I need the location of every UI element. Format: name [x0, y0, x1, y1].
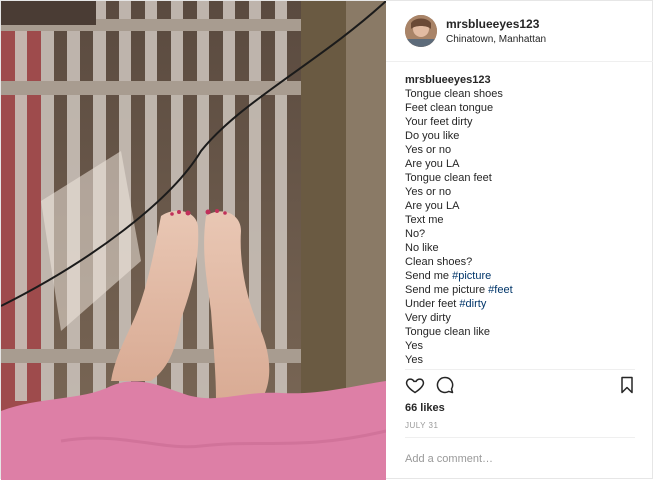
post-side-panel: mrsblueeyes123 Chinatown, Manhattan mrsb…	[386, 1, 653, 480]
caption-line: Are you LA	[405, 157, 640, 171]
caption-line: Yes	[405, 353, 640, 367]
caption-line: Tongue clean shoes	[405, 87, 640, 101]
caption-line: Very dirty	[405, 311, 640, 325]
caption-line: No?	[405, 227, 640, 241]
caption-line: Are you LA	[405, 199, 640, 213]
divider	[405, 437, 635, 438]
caption-text: Yes	[405, 354, 423, 366]
caption-line: Clean shoes?	[405, 255, 640, 269]
caption-text: Clean shoes?	[405, 256, 473, 268]
hashtag-link[interactable]: #dirty	[459, 298, 486, 310]
caption-line: Text me	[405, 213, 640, 227]
caption-text: Tongue clean shoes	[405, 88, 503, 100]
caption-text: Tongue clean feet	[405, 172, 492, 184]
caption-text: Do you like	[405, 130, 460, 142]
caption-line: Send me picture #feet	[405, 283, 640, 297]
post-header: mrsblueeyes123 Chinatown, Manhattan	[386, 1, 653, 62]
caption: mrsblueeyes123 Tongue clean shoes Feet cl…	[405, 73, 640, 367]
hashtag-link[interactable]: #picture	[452, 270, 491, 282]
heart-outline-icon[interactable]	[405, 375, 425, 395]
comment-input[interactable]	[403, 449, 637, 469]
divider	[405, 369, 635, 370]
caption-line: Your feet dirty	[405, 115, 640, 129]
caption-line: Send me #picture	[405, 269, 640, 283]
caption-text: Tongue clean like	[405, 326, 491, 338]
post-photo[interactable]	[1, 1, 386, 480]
instagram-post: mrsblueeyes123 Chinatown, Manhattan mrsb…	[0, 0, 653, 480]
caption-text: Send me picture	[405, 284, 489, 296]
caption-text: No?	[405, 228, 426, 240]
caption-text: Very dirty	[405, 312, 451, 324]
username-link[interactable]: mrsblueeyes123	[446, 17, 539, 31]
caption-text: Under feet	[405, 298, 460, 310]
caption-line: Feet clean tongue	[405, 101, 640, 115]
avatar[interactable]	[405, 15, 437, 47]
hashtag-link[interactable]: #feet	[488, 284, 512, 296]
bookmark-icon[interactable]	[617, 375, 637, 395]
caption-text: Send me	[405, 270, 453, 282]
caption-line: Yes or no	[405, 143, 640, 157]
caption-username[interactable]: mrsblueeyes123	[405, 73, 640, 87]
caption-line: Tongue clean feet	[405, 171, 640, 185]
caption-text: Are you LA	[405, 158, 460, 170]
caption-text: Are you LA	[405, 200, 460, 212]
post-date: JULY 31	[405, 421, 439, 430]
action-bar	[405, 375, 635, 395]
caption-text: Yes	[405, 340, 423, 352]
caption-line: Tongue clean like	[405, 325, 640, 339]
caption-line: Yes	[405, 339, 640, 353]
caption-text: Feet clean tongue	[405, 102, 494, 114]
comment-bubble-icon[interactable]	[435, 375, 455, 395]
caption-line: No like	[405, 241, 640, 255]
likes-count[interactable]: 66 likes	[405, 402, 445, 414]
caption-text: Your feet dirty	[405, 116, 473, 128]
location-link[interactable]: Chinatown, Manhattan	[446, 34, 546, 45]
caption-lines: Tongue clean shoes Feet clean tongue Your …	[405, 87, 640, 367]
caption-line: Under feet #dirty	[405, 297, 640, 311]
caption-text: Yes or no	[405, 186, 452, 198]
caption-line: Yes or no	[405, 185, 640, 199]
photo-image	[1, 1, 386, 480]
caption-text: Yes or no	[405, 144, 452, 156]
caption-line: Do you like	[405, 129, 640, 143]
caption-text: Text me	[405, 214, 444, 226]
avatar-image	[405, 15, 437, 47]
caption-text: No like	[405, 242, 439, 254]
